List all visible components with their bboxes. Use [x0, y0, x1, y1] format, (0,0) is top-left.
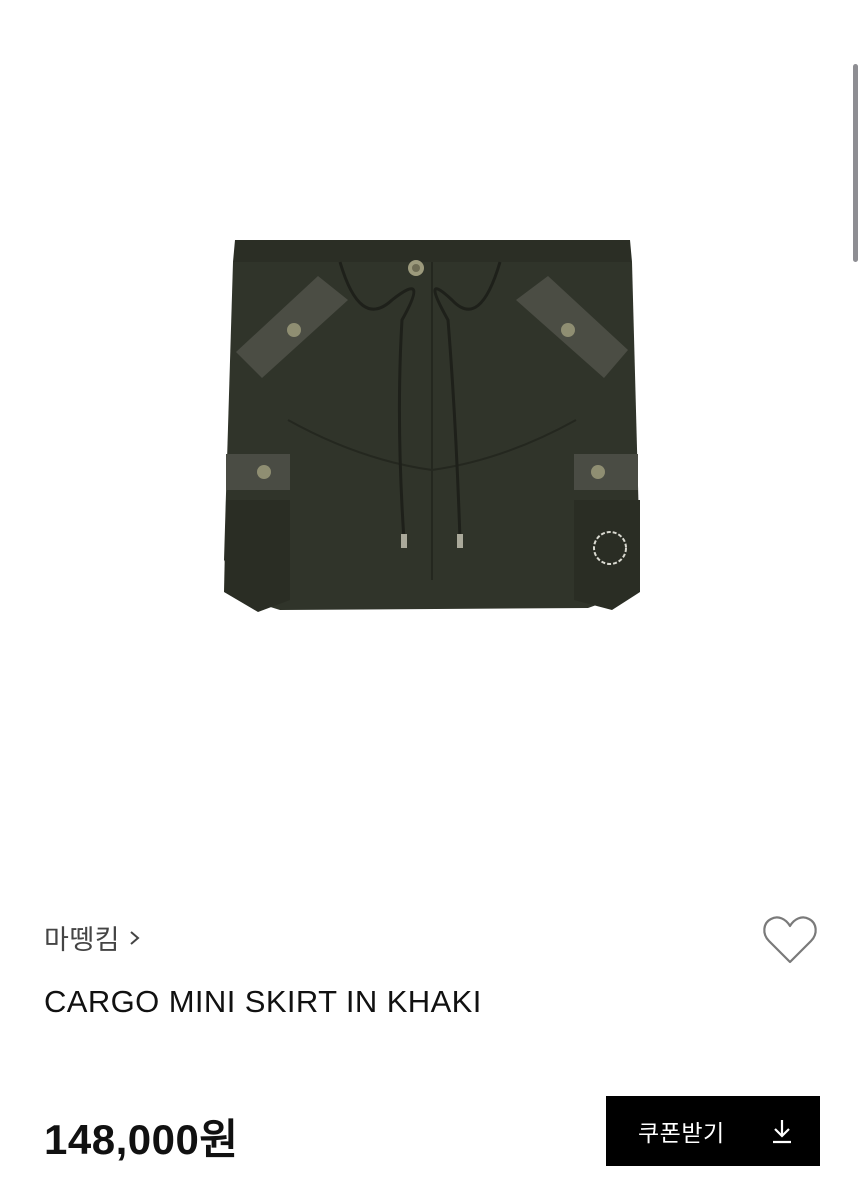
wishlist-button[interactable]	[760, 910, 820, 970]
coupon-button-label: 쿠폰받기	[638, 1120, 725, 1146]
brand-name: 마뗑킴	[44, 925, 121, 955]
product-title: CARGO MINI SKIRT IN KHAKI	[44, 984, 482, 1019]
product-detail-page: 마뗑킴 CARGO MINI SKIRT IN KHAKI 148,000원 쿠…	[0, 0, 864, 1200]
heart-outline-icon	[763, 916, 817, 964]
coupon-download-button[interactable]: 쿠폰받기	[606, 1096, 820, 1166]
product-price: 148,000원	[44, 1116, 239, 1163]
product-image	[224, 240, 640, 612]
download-icon	[773, 1120, 791, 1144]
brand-link[interactable]: 마뗑킴	[44, 918, 142, 957]
chevron-right-icon	[130, 930, 140, 945]
